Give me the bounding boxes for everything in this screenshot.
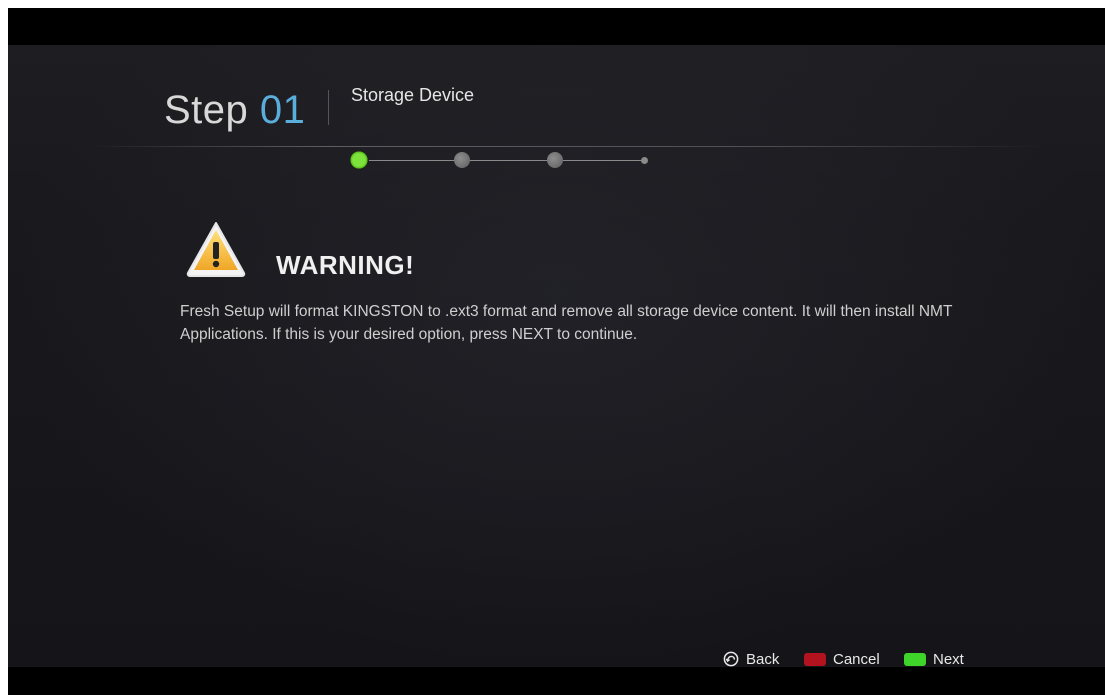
progress-track: [368, 160, 646, 161]
cancel-label: Cancel: [833, 650, 880, 668]
header-separator: [88, 146, 1048, 147]
next-button[interactable]: Next: [904, 648, 964, 670]
header-divider: [328, 90, 329, 125]
back-label: Back: [746, 650, 780, 668]
setup-panel: Step 01 Storage Device WARNING! Fresh Se…: [8, 45, 1105, 670]
step-progress-indicator: [348, 149, 648, 173]
tv-screen: Step 01 Storage Device WARNING! Fresh Se…: [8, 8, 1105, 695]
warning-message: Fresh Setup will format KINGSTON to .ext…: [180, 303, 953, 343]
step-number: 01: [259, 88, 306, 132]
back-button[interactable]: Back: [723, 648, 779, 670]
warning-title: WARNING!: [276, 250, 415, 280]
progress-step-1-active: [349, 150, 369, 170]
progress-step-4: [641, 157, 648, 164]
step-label: Step 01: [164, 88, 305, 133]
cancel-button[interactable]: Cancel: [804, 648, 880, 670]
back-arrow-icon: [723, 651, 739, 667]
step-word: Step: [164, 88, 249, 132]
next-label: Next: [933, 650, 964, 668]
step-title: Storage Device: [351, 85, 475, 105]
green-key-icon: [904, 652, 926, 666]
warning-triangle-icon: [185, 220, 247, 278]
red-key-icon: [804, 652, 826, 666]
progress-step-3: [547, 152, 563, 168]
progress-step-2: [454, 152, 470, 168]
